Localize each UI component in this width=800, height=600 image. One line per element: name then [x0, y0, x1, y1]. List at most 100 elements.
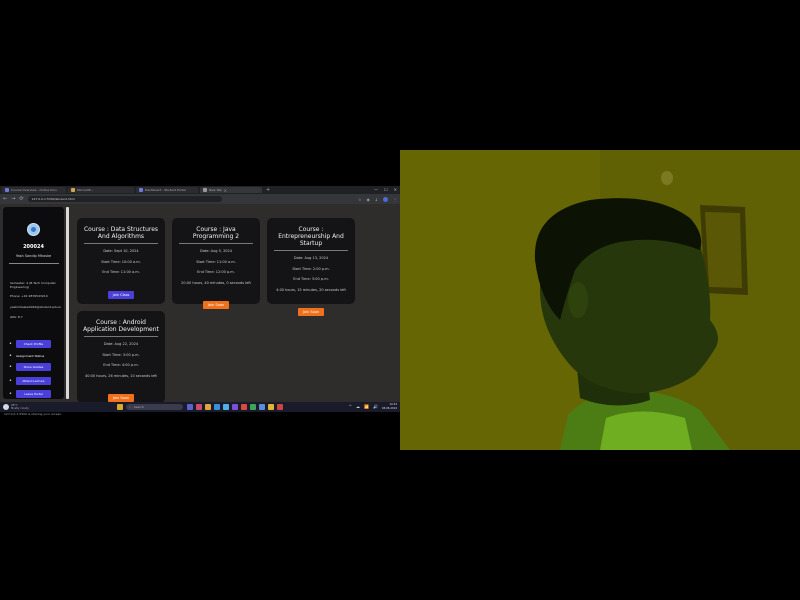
app-icon[interactable]: [277, 404, 283, 410]
tab-title: Course Overview - Online Univ: [11, 188, 57, 192]
student-email: yashmhaske0024@student.edu.in: [10, 305, 62, 309]
student-name: Yash Sandip Mhaske: [15, 254, 52, 258]
course-title: Course : Entrepreneurship And Startup: [278, 226, 344, 247]
app-icon[interactable]: [241, 404, 247, 410]
course-start-time: Start Time: 10:00 a.m.: [101, 259, 141, 264]
chevron-up-icon[interactable]: ^: [349, 404, 352, 409]
app-icon[interactable]: [250, 404, 256, 410]
course-end-time: End Time: 3:00 p.m.: [293, 277, 329, 281]
student-semester: Semester: 4 (B.Tech Computer Engineering…: [10, 281, 56, 289]
minimize-button[interactable]: —: [374, 187, 378, 192]
tab-title: New Tab: [209, 188, 222, 192]
attend-lecture-button[interactable]: Attend Lecture: [15, 377, 51, 385]
course-card: Course : Data Structures And Algorithms …: [77, 218, 165, 304]
app-icon[interactable]: [214, 404, 220, 410]
university-logo: [27, 223, 40, 236]
reload-icon[interactable]: ⟳: [19, 196, 23, 202]
tab-favicon-icon: [139, 188, 143, 192]
folder-icon[interactable]: [205, 404, 211, 410]
menu-dots-icon[interactable]: ⋮: [393, 197, 397, 202]
join-soon-button[interactable]: Join Soon: [202, 301, 230, 309]
window-controls: — ☐ ✕: [374, 187, 397, 192]
maximize-button[interactable]: ☐: [384, 187, 388, 192]
screen-share-view: Course Overview - Online Univ Microsoft.…: [0, 186, 400, 412]
browser-tab[interactable]: Course Overview - Online Univ: [2, 187, 66, 193]
browser-tab[interactable]: Dashboard - Student Portal: [136, 187, 198, 193]
system-tray: ^ ☁ 📶 🔊: [349, 404, 378, 409]
close-window-button[interactable]: ✕: [394, 187, 397, 192]
clock-date: 08-08-2024: [381, 406, 397, 410]
show-grades-button[interactable]: Show Grades: [15, 363, 51, 371]
bullet: •: [9, 378, 12, 384]
student-phone: Phone: +91 9876543210: [10, 294, 48, 298]
tab-favicon-icon: [203, 188, 207, 192]
extension-icon[interactable]: ◈: [367, 197, 370, 202]
taskbar-search[interactable]: ⌕ Search: [126, 404, 183, 410]
profile-avatar[interactable]: [383, 196, 388, 202]
forward-arrow-icon[interactable]: →: [11, 196, 15, 202]
address-bar[interactable]: 127.0.0.1:5500/student.html: [27, 196, 222, 202]
course-card: Course : Java Programming 2 Date: Aug 5,…: [172, 218, 260, 309]
app-icon[interactable]: [196, 404, 202, 410]
course-card: Course : Android Application Development…: [77, 311, 165, 403]
sidebar-scrollbar[interactable]: [66, 207, 69, 399]
bullet: •: [9, 353, 12, 359]
course-end-time: End Time: 4:00 p.m.: [103, 363, 139, 367]
course-title: Course : Java Programming 2: [192, 226, 240, 240]
pinned-apps: [187, 404, 283, 410]
weather-desc: Mostly cloudy: [11, 407, 29, 410]
bullet: •: [9, 364, 12, 370]
taskbar-clock[interactable]: 10:43 08-08-2024: [382, 403, 397, 410]
app-icon[interactable]: [232, 404, 238, 410]
tab-favicon-icon: [71, 188, 75, 192]
join-class-button[interactable]: Join Class: [107, 290, 135, 299]
course-date: Date: Aug 5, 2024: [200, 249, 232, 253]
webcam-feed: [400, 150, 800, 450]
course-end-time: End Time: 11:00 a.m.: [102, 270, 140, 274]
bullet: •: [9, 341, 12, 347]
student-dashboard: 200024 Yash Sandip Mhaske Semester: 4 (B…: [0, 204, 400, 403]
countdown-text: 4:00 hours, 15 minutes, 20 seconds left: [276, 287, 346, 292]
app-icon[interactable]: [187, 404, 193, 410]
course-title: Course : Data Structures And Algorithms: [83, 226, 159, 240]
volume-icon[interactable]: 🔊: [373, 404, 378, 409]
bullet: •: [9, 391, 12, 397]
course-date: Date: Aug 22, 2024: [103, 342, 139, 346]
course-end-time: End Time: 12:00 p.m.: [197, 270, 235, 274]
course-start-time: Start Time: 2:00 p.m.: [292, 266, 330, 271]
back-arrow-icon[interactable]: ←: [3, 196, 7, 202]
course-date: Date: Sept 10, 2024: [103, 249, 139, 253]
assignment-status-button[interactable]: Assignment Status: [16, 352, 56, 360]
app-icon[interactable]: [259, 404, 265, 410]
tab-favicon-icon: [5, 188, 9, 192]
download-icon[interactable]: ↓: [375, 197, 378, 202]
tab-title: Dashboard - Student Portal: [145, 188, 186, 192]
countdown-text: 20:00 hours, 40 minutes, 0 seconds left: [181, 280, 251, 285]
join-soon-button[interactable]: Join Soon: [107, 394, 135, 402]
webcam-image: [400, 150, 800, 450]
weather-icon[interactable]: [3, 404, 9, 410]
new-tab-button[interactable]: +: [266, 187, 270, 193]
divider: [84, 243, 158, 244]
extensions-area: ☆ ◈ ↓ ⋮: [358, 196, 397, 202]
browser-tab[interactable]: Microsoft...: [68, 187, 134, 193]
check-profile-button[interactable]: Check Profile: [15, 340, 51, 348]
join-soon-button[interactable]: Join Soon: [297, 308, 325, 316]
browser-tab-active[interactable]: New Tab ×: [200, 187, 262, 193]
browser-tab-strip: Course Overview - Online Univ Microsoft.…: [0, 186, 400, 194]
countdown-text: 40:00 hours, 26 minutes, 10 seconds left: [85, 373, 157, 378]
weather-widget[interactable]: 28°C Mostly cloudy: [11, 404, 29, 410]
student-id: 200024: [23, 244, 44, 250]
divider: [84, 336, 158, 337]
leave-portal-button[interactable]: Leave Portal: [15, 390, 51, 398]
app-icon[interactable]: [223, 404, 229, 410]
course-date: Date: Aug 13, 2024: [293, 256, 329, 260]
chrome-icon[interactable]: [268, 404, 274, 410]
start-button-icon[interactable]: [117, 404, 123, 410]
cloud-icon[interactable]: ☁: [356, 404, 360, 409]
search-placeholder: Search: [133, 405, 144, 409]
course-title: Course : Android Application Development: [83, 319, 159, 333]
close-tab-icon[interactable]: ×: [224, 188, 227, 193]
star-icon[interactable]: ☆: [358, 197, 362, 202]
wifi-icon[interactable]: 📶: [364, 404, 369, 409]
